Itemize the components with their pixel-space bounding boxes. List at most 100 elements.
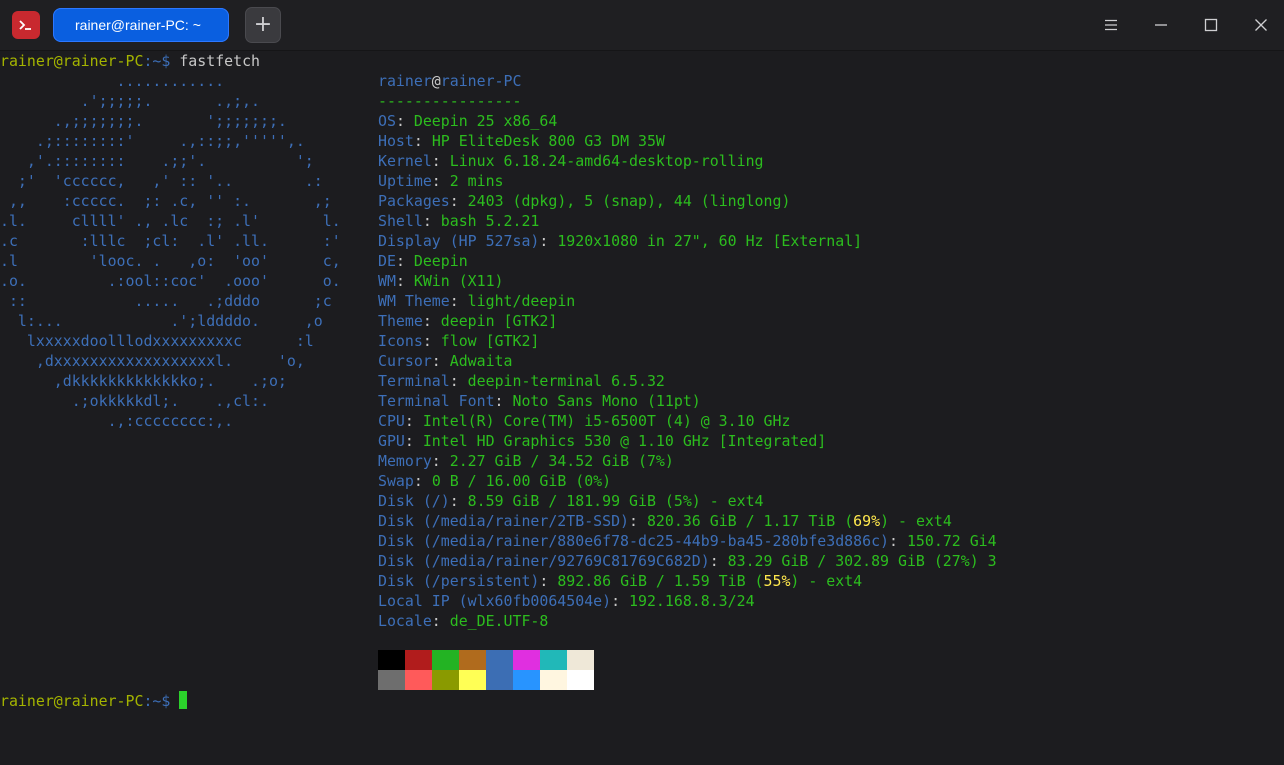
ascii-art-line: .l. cllll' ., .lc :; .l' l. bbox=[0, 212, 341, 230]
info-key: WM bbox=[378, 272, 396, 290]
close-icon[interactable] bbox=[1246, 10, 1276, 40]
command-text: fastfetch bbox=[179, 52, 261, 70]
info-key: Locale bbox=[378, 612, 432, 630]
info-value-tail: ) - ext4 bbox=[790, 572, 863, 590]
info-row: Display (HP 527sa): 1920x1080 in 27", 60… bbox=[378, 231, 862, 251]
hamburger-menu-icon[interactable] bbox=[1096, 10, 1126, 40]
prompt-user-host: rainer@rainer-PC bbox=[0, 52, 144, 70]
info-sep: : bbox=[404, 412, 423, 430]
info-value: bash 5.2.21 bbox=[440, 212, 540, 230]
info-sep: : bbox=[449, 292, 468, 310]
palette-swatch bbox=[378, 670, 405, 690]
info-value: 820.36 GiB / 1.17 TiB ( bbox=[646, 512, 854, 530]
info-row: Packages: 2403 (dpkg), 5 (snap), 44 (lin… bbox=[378, 191, 790, 211]
info-row: Disk (/media/rainer/880e6f78-dc25-44b9-b… bbox=[378, 531, 997, 551]
info-value: HP EliteDesk 800 G3 DM 35W bbox=[431, 132, 665, 150]
info-row: OS: Deepin 25 x86_64 bbox=[378, 111, 557, 131]
info-sep: : bbox=[395, 272, 414, 290]
info-value: 892.86 GiB / 1.59 TiB ( bbox=[557, 572, 764, 590]
info-key: DE bbox=[378, 252, 396, 270]
ascii-art-line: l:... .';lddddo. ,o bbox=[0, 312, 323, 330]
info-sep: : bbox=[709, 552, 728, 570]
info-key: OS bbox=[378, 112, 396, 130]
info-key: CPU bbox=[378, 412, 405, 430]
info-key: Disk (/media/rainer/2TB-SSD) bbox=[378, 512, 630, 530]
info-value: deepin-terminal 6.5.32 bbox=[467, 372, 665, 390]
info-value: 150.72 Gi4 bbox=[906, 532, 997, 550]
palette-swatch bbox=[432, 650, 459, 670]
info-row: Local IP (wlx60fb0064504e): 192.168.8.3/… bbox=[378, 591, 755, 611]
info-key: Terminal Font bbox=[378, 392, 495, 410]
palette-swatch bbox=[405, 650, 432, 670]
ascii-art-line: .l 'looc. . ,o: 'oo' c, bbox=[0, 252, 341, 270]
info-sep: : bbox=[404, 432, 423, 450]
ascii-art-line: .';;;;;. .,;,. bbox=[0, 92, 260, 110]
prompt-line-active[interactable]: rainer@rainer-PC:~$ bbox=[0, 691, 188, 711]
info-row: Theme: deepin [GTK2] bbox=[378, 311, 557, 331]
info-value-highlight: 55% bbox=[763, 572, 791, 590]
info-sep: : bbox=[449, 192, 468, 210]
info-row: Terminal Font: Noto Sans Mono (11pt) bbox=[378, 391, 701, 411]
minimize-icon[interactable] bbox=[1146, 10, 1176, 40]
palette-swatch bbox=[567, 650, 594, 670]
info-key: Kernel bbox=[378, 152, 432, 170]
info-value: 2 mins bbox=[449, 172, 504, 190]
tab-terminal-session[interactable]: rainer@rainer-PC: ~ × bbox=[53, 8, 274, 42]
prompt-path: :~$ bbox=[143, 52, 180, 70]
info-row: Swap: 0 B / 16.00 GiB (0%) bbox=[378, 471, 611, 491]
palette-swatch bbox=[513, 650, 540, 670]
info-value: 83.29 GiB / 302.89 GiB (27%) 3 bbox=[727, 552, 997, 570]
palette-swatch bbox=[567, 670, 594, 690]
info-sep: : bbox=[431, 352, 450, 370]
info-row: WM Theme: light/deepin bbox=[378, 291, 575, 311]
info-sep: : bbox=[395, 252, 414, 270]
info-row: GPU: Intel HD Graphics 530 @ 1.10 GHz [I… bbox=[378, 431, 826, 451]
info-row: Shell: bash 5.2.21 bbox=[378, 211, 539, 231]
ascii-art-line: ,'.:::::::: .;;'. '; bbox=[0, 152, 314, 170]
ascii-art-line: .;::::::::' .,::;;,''''',. bbox=[0, 132, 305, 150]
palette-swatch bbox=[405, 670, 432, 690]
info-sep: : bbox=[413, 132, 432, 150]
info-sep: : bbox=[413, 472, 432, 490]
info-row: Disk (/persistent): 892.86 GiB / 1.59 Ti… bbox=[378, 571, 862, 591]
info-key: Cursor bbox=[378, 352, 432, 370]
info-key: Disk (/media/rainer/880e6f78-dc25-44b9-b… bbox=[378, 532, 890, 550]
info-sep: : bbox=[889, 532, 907, 550]
info-value: Intel HD Graphics 530 @ 1.10 GHz [Integr… bbox=[422, 432, 827, 450]
terminal-app-icon[interactable] bbox=[12, 11, 40, 39]
info-sep: : bbox=[449, 492, 468, 510]
info-sep: : bbox=[422, 312, 441, 330]
terminal-output[interactable]: rainer@rainer-PC:~$ fastfetch ..........… bbox=[0, 51, 1284, 765]
prompt-line-command: rainer@rainer-PC:~$ fastfetch bbox=[0, 51, 260, 71]
ascii-art-line: .,;;;;;;;. ';;;;;;;. bbox=[0, 112, 287, 130]
info-key: WM Theme bbox=[378, 292, 450, 310]
maximize-icon[interactable] bbox=[1196, 10, 1226, 40]
info-row: Memory: 2.27 GiB / 34.52 GiB (7%) bbox=[378, 451, 674, 471]
info-row: Icons: flow [GTK2] bbox=[378, 331, 539, 351]
palette-swatch bbox=[432, 670, 459, 690]
info-key: Disk (/) bbox=[378, 492, 450, 510]
info-row: Host: HP EliteDesk 800 G3 DM 35W bbox=[378, 131, 665, 151]
info-key: GPU bbox=[378, 432, 405, 450]
info-row: DE: Deepin bbox=[378, 251, 468, 271]
info-sep: : bbox=[629, 512, 647, 530]
info-value: deepin [GTK2] bbox=[440, 312, 558, 330]
info-value: Deepin bbox=[413, 252, 468, 270]
info-value: Noto Sans Mono (11pt) bbox=[512, 392, 701, 410]
info-value: 2403 (dpkg), 5 (snap), 44 (linglong) bbox=[467, 192, 791, 210]
info-sep: : bbox=[395, 112, 414, 130]
info-row: Uptime: 2 mins bbox=[378, 171, 504, 191]
info-value: 8.59 GiB / 181.99 GiB (5%) - ext4 bbox=[467, 492, 764, 510]
info-key: Local IP (wlx60fb0064504e) bbox=[378, 592, 612, 610]
info-value: 192.168.8.3/24 bbox=[629, 592, 755, 610]
info-value: de_DE.UTF-8 bbox=[449, 612, 549, 630]
palette-swatch bbox=[540, 670, 567, 690]
ascii-art-line: :: ..... .;dddo ;c bbox=[0, 292, 332, 310]
palette-swatch bbox=[459, 650, 486, 670]
ascii-art-line: ,dkkkkkkkkkkkkko;. .;o; bbox=[0, 372, 287, 390]
info-value: light/deepin bbox=[467, 292, 576, 310]
info-row: Disk (/media/rainer/92769C81769C682D): 8… bbox=[378, 551, 997, 571]
new-tab-button[interactable]: + bbox=[245, 7, 281, 43]
info-title: rainer@rainer-PC bbox=[378, 71, 521, 91]
title-at: @ bbox=[431, 72, 441, 90]
